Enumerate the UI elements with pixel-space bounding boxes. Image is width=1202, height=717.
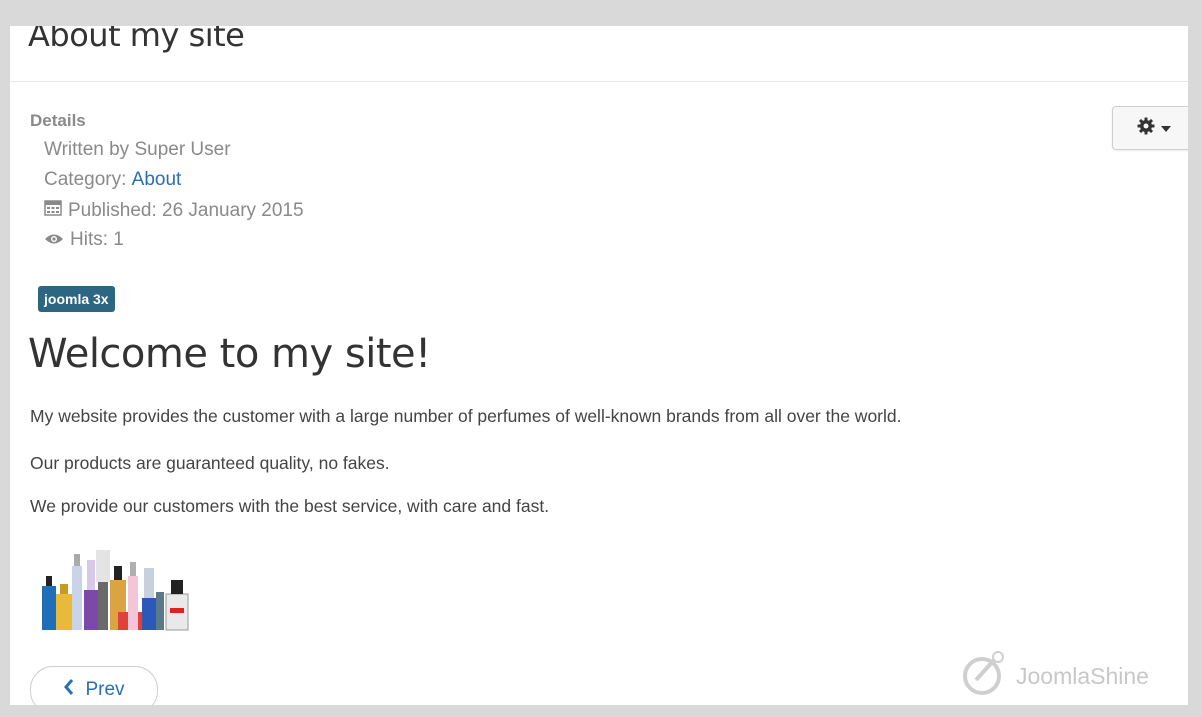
perfume-bottles-image — [38, 546, 198, 639]
author-info: Written by Super User — [44, 139, 231, 161]
published-info: Published: 26 January 2015 — [44, 199, 304, 222]
details-label: Details — [30, 111, 86, 130]
title-divider — [10, 81, 1188, 82]
category-prefix: Category: — [44, 169, 132, 190]
gear-icon — [1136, 116, 1156, 141]
published-text: Published: 26 January 2015 — [68, 199, 304, 221]
article-heading: Welcome to my site! — [28, 331, 431, 377]
page-title: About my site — [28, 26, 245, 54]
category-link[interactable]: About — [132, 169, 182, 191]
article-paragraph: Our products are guaranteed quality, no … — [30, 453, 390, 473]
watermark-text: JoomlaShine — [1016, 662, 1149, 689]
prev-button[interactable]: Prev — [30, 666, 158, 705]
caret-down-icon — [1160, 119, 1171, 137]
article-paragraph: My website provides the customer with a … — [30, 406, 902, 426]
hits-info: Hits: 1 — [44, 229, 124, 251]
category-info: Category: About — [44, 169, 181, 191]
top-frame — [0, 0, 1202, 26]
calendar-icon — [44, 199, 62, 222]
chevron-left-icon — [63, 679, 75, 701]
joomlashine-logo-icon — [960, 648, 1010, 704]
author-text: Written by Super User — [44, 139, 231, 160]
prev-label: Prev — [85, 679, 125, 700]
article-paragraph: We provide our customers with the best s… — [30, 496, 550, 516]
tag-badge[interactable]: joomla 3x — [38, 286, 115, 312]
joomlashine-watermark: JoomlaShine — [960, 648, 1149, 704]
hits-text: Hits: 1 — [70, 229, 124, 250]
article-tools-button[interactable] — [1112, 106, 1188, 150]
article-page: About my site Details Written by Super U… — [10, 26, 1188, 705]
eye-icon — [44, 229, 64, 251]
